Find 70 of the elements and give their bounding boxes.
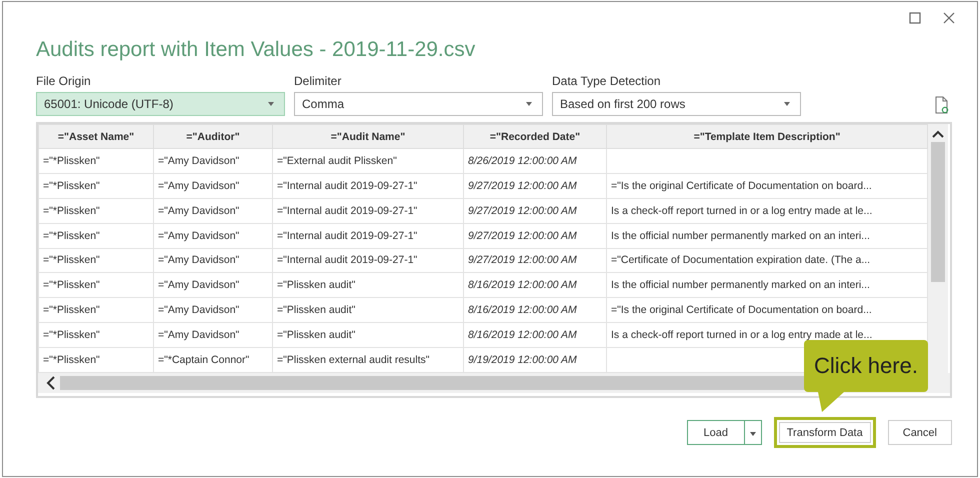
table-cell: 9/27/2019 12:00:00 AM [468,230,577,242]
dialog-button[interactable]: Transform Data [774,417,876,448]
table-cell: 9/27/2019 12:00:00 AM [468,180,577,192]
dropdown[interactable]: 65001: Unicode (UTF-8) [36,92,285,116]
table-cell: 8/16/2019 12:00:00 AM [468,279,577,292]
vertical-scrollbar[interactable] [928,124,948,373]
table-cell: ="Amy Davidson" [158,180,240,192]
table-cell: ="Amy Davidson" [158,304,240,316]
table-cell: 9/27/2019 12:00:00 AM [468,204,577,217]
table-cell: ="Is the original Certificate of Documentation on board... [611,180,872,192]
dropdown[interactable]: Comma [294,92,543,116]
table-cell: ="Internal audit 2019-09-27-1" [277,254,418,266]
caret-icon [526,102,532,106]
dropdown[interactable]: Based on first 200 rows [552,92,801,116]
callout-pointer [818,392,844,412]
column-header[interactable]: ="Recorded Date" [464,124,606,148]
table-cell: ="Amy Davidson" [158,154,240,167]
table-cell: Is a check-off report turned in or a log entry made at le... [611,204,872,217]
table-cell: ="*Plissken" [43,304,100,316]
table-cell: ="*Plissken" [43,180,100,192]
table-cell: ="Plissken audit" [277,304,356,316]
table-cell: ="Is the original Certificate of Documentation on board... [611,304,872,316]
table-cell: ="*Plissken" [43,254,100,266]
table-cell: 8/16/2019 12:00:00 AM [468,304,577,316]
table-cell: 9/27/2019 12:00:00 AM [468,254,577,266]
table-cell: ="*Plissken" [43,204,100,217]
up-chevron-icon[interactable] [932,130,944,138]
table-cell: ="Amy Davidson" [158,230,240,242]
field-label: Delimiter [294,74,342,88]
table-cell: ="Certificate of Documentation expiration date. (The a... [611,254,870,266]
table-cell: ="Plissken audit" [277,279,356,292]
table-cell: ="*Captain Connor" [158,354,250,366]
table-cell: Is the official number permanently marked on an interi... [611,230,870,242]
table-cell: ="*Plissken" [43,154,100,167]
table-cell: 8/26/2019 12:00:00 AM [468,154,577,167]
table-cell: ="Plissken audit" [277,329,356,342]
table-cell: 8/16/2019 12:00:00 AM [468,329,577,342]
field-label: File Origin [36,74,92,88]
table-cell: 9/19/2019 12:00:00 AM [468,354,577,366]
maximize-icon[interactable] [909,12,921,24]
table-cell: ="Internal audit 2019-09-27-1" [277,230,418,242]
caret-icon [784,102,790,106]
dropdown-button[interactable] [744,420,762,445]
column-header[interactable]: ="Audit Name" [272,124,464,148]
refresh-document-icon[interactable] [935,96,949,114]
table-cell: ="Amy Davidson" [158,254,240,266]
table-cell: ="Internal audit 2019-09-27-1" [277,204,418,217]
table-cell: ="Internal audit 2019-09-27-1" [277,180,418,192]
table-cell: Is the official number permanently marked on an interi... [611,279,870,292]
field-label: Data Type Detection [552,74,662,88]
table-cell: ="*Plissken" [43,279,100,292]
table-cell: ="*Plissken" [43,329,100,342]
table-cell: ="*Plissken" [43,354,100,366]
table-cell: ="*Plissken" [43,230,100,242]
close-icon[interactable] [943,12,955,24]
load-button[interactable]: Load [686,420,745,445]
window-title: Audits report with Item Values - 2019-11-29.csv [36,38,476,63]
dialog-button[interactable]: Cancel [888,420,952,445]
caret-icon [268,102,274,106]
column-header[interactable]: ="Asset Name" [38,124,154,148]
table-cell: ="External audit Plissken" [277,154,397,167]
column-header[interactable]: ="Auditor" [154,124,272,148]
column-header[interactable]: ="Template Item Description" [606,124,928,148]
table-cell: Is a check-off report turned in or a log entry made at le... [611,329,872,342]
caret-icon [750,432,756,436]
table-cell: ="Amy Davidson" [158,204,240,217]
table-cell: ="Amy Davidson" [158,329,240,342]
table-cell: ="Amy Davidson" [158,279,240,292]
table-cell: ="Plissken external audit results" [277,354,430,366]
left-chevron-icon[interactable] [46,376,56,390]
